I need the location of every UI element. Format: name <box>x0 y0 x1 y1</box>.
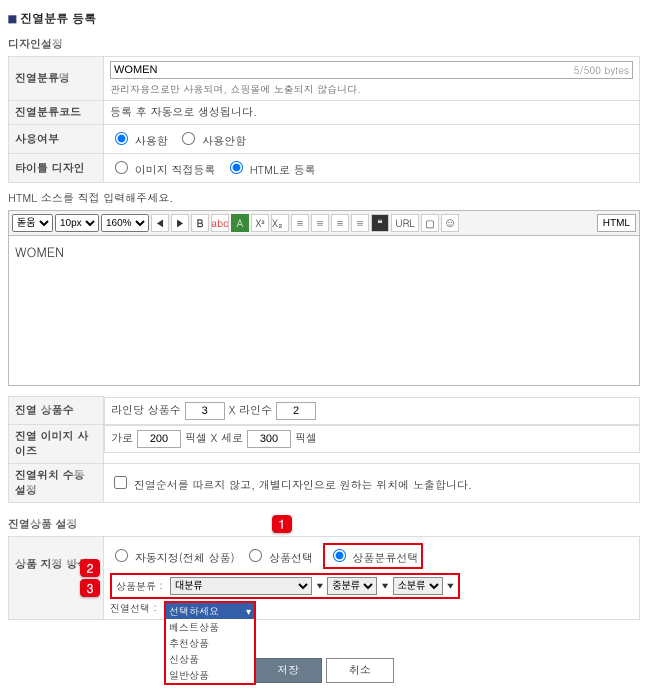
manual-label: 진열위치 수동 설정 <box>9 464 104 503</box>
image-icon[interactable]: ▢ <box>421 214 439 232</box>
method-select-radio[interactable]: 상품선택 <box>244 551 313 566</box>
editor-body[interactable]: WOMEN <box>8 236 640 386</box>
html-source-button[interactable]: HTML <box>597 214 636 232</box>
size-w-label: 가로 <box>111 431 133 446</box>
quote-icon[interactable]: ❝ <box>371 214 389 232</box>
align-left-icon[interactable]: ≡ <box>291 214 309 232</box>
size-px2: 픽셀 <box>295 431 317 446</box>
cat-mid-select[interactable]: 중분류 <box>327 577 377 595</box>
superscript-icon[interactable]: X² <box>251 214 269 232</box>
display-option[interactable]: 일반상품 <box>166 667 254 683</box>
align-justify-icon[interactable]: ≡ <box>351 214 369 232</box>
display-section-title: 진열상품 설정 <box>8 517 640 532</box>
cancel-button[interactable]: 취소 <box>326 658 394 683</box>
bold-icon[interactable]: B <box>191 214 209 232</box>
badge-1: 1 <box>272 515 292 533</box>
chevron-down-icon: ▼ <box>447 581 454 592</box>
disp-row-label: 진열선택 : <box>110 601 160 615</box>
use-label: 사용여부 <box>9 125 104 154</box>
manual-checkbox[interactable]: 진열순서를 따르지 않고, 개별디자인으로 원하는 위치에 노출합니다. <box>110 478 472 493</box>
display-select-selected[interactable]: 선택하세요▾ <box>166 603 254 619</box>
subscript-icon[interactable]: X₂ <box>271 214 289 232</box>
per-line-input[interactable] <box>185 402 225 420</box>
zoom-select[interactable]: 160% <box>101 214 149 232</box>
badge-3: 3 <box>80 579 100 597</box>
method-category-radio[interactable]: 상품분류선택 <box>328 551 419 566</box>
page-title: 진열분류 등록 <box>8 10 640 27</box>
count-mid: X 라인수 <box>229 403 272 418</box>
save-button[interactable]: 저장 <box>254 658 322 683</box>
align-right-icon[interactable]: ≡ <box>331 214 349 232</box>
chevron-down-icon: ▾ <box>246 604 251 618</box>
lines-input[interactable] <box>276 402 316 420</box>
name-label: 진열분류명 <box>9 57 104 101</box>
display-select-dropdown[interactable]: 선택하세요▾ 베스트상품 추천상품 신상품 일반상품 <box>164 601 256 685</box>
display-option[interactable]: 추천상품 <box>166 635 254 651</box>
size-label: 진열 이미지 사이즈 <box>9 425 104 464</box>
count-prefix: 라인당 상품수 <box>111 403 181 418</box>
align-center-icon[interactable]: ≡ <box>311 214 329 232</box>
html-note: HTML 소스를 직접 입력해주세요. <box>8 191 640 206</box>
display-form-table: 진열 상품수 라인당 상품수 X 라인수 진열 이미지 사이즈 가로 픽셀 X … <box>8 396 640 503</box>
name-hint: 관리자용으로만 사용되며, 쇼핑몰에 노출되지 않습니다. <box>110 82 633 96</box>
title-design-img-radio[interactable]: 이미지 직접등록 <box>110 163 215 178</box>
emoji-icon[interactable]: ☺ <box>441 214 459 232</box>
font-family-select[interactable]: 돋움 <box>12 214 53 232</box>
name-input[interactable] <box>110 61 633 79</box>
display-option[interactable]: 베스트상품 <box>166 619 254 635</box>
method-form-table: 상품 지정 방식 1 2 3 자동지정(전체 상품) 상품선택 상품분류선택 상… <box>8 536 640 620</box>
title-design-label: 타이틀 디자인 <box>9 154 104 183</box>
name-bytes: 5/500 bytes <box>574 63 630 77</box>
design-form-table: 진열분류명 5/500 bytes 관리자용으로만 사용되며, 쇼핑몰에 노출되… <box>8 56 640 183</box>
code-hint: 등록 후 자동으로 생성됩니다. <box>110 105 257 120</box>
chevron-down-icon: ▼ <box>381 581 388 592</box>
text-color-icon[interactable]: abc <box>211 214 229 232</box>
method-label: 상품 지정 방식 <box>9 537 104 620</box>
cat-sub-select[interactable]: 소분류 <box>393 577 443 595</box>
url-icon[interactable]: URL <box>391 214 419 232</box>
use-yes-radio[interactable]: 사용함 <box>110 134 168 149</box>
use-no-radio[interactable]: 사용안함 <box>177 134 246 149</box>
prev-icon[interactable]: ◀ <box>151 214 169 232</box>
width-input[interactable] <box>137 430 181 448</box>
cat-main-select[interactable]: 대분류 <box>170 577 312 595</box>
count-label: 진열 상품수 <box>9 397 104 425</box>
method-auto-radio[interactable]: 자동지정(전체 상품) <box>110 551 235 566</box>
next-icon[interactable]: ▶ <box>171 214 189 232</box>
font-size-select[interactable]: 10px <box>55 214 99 232</box>
display-option[interactable]: 신상품 <box>166 651 254 667</box>
chevron-down-icon: ▼ <box>316 581 323 592</box>
bg-color-icon[interactable]: A <box>231 214 249 232</box>
cat-row-label: 상품분류 : <box>116 579 166 593</box>
title-design-html-radio[interactable]: HTML로 등록 <box>225 163 316 178</box>
editor-toolbar: 돋움 10px 160% ◀ ▶ B abc A X² X₂ ≡ ≡ ≡ ≡ ❝… <box>8 210 640 236</box>
code-label: 진열분류코드 <box>9 101 104 125</box>
design-section-title: 디자인설정 <box>8 37 640 52</box>
height-input[interactable] <box>247 430 291 448</box>
size-px1: 픽셀 X 세로 <box>185 431 243 446</box>
badge-2: 2 <box>80 559 100 577</box>
